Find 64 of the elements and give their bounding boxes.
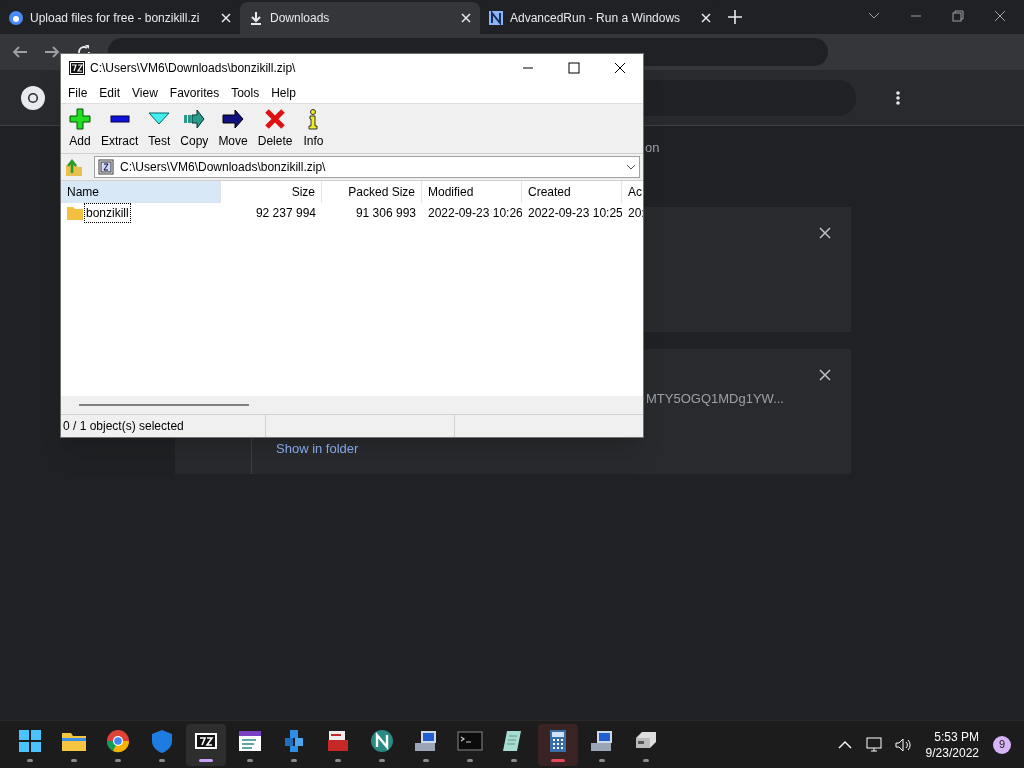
path-field[interactable]: C:\Users\VM6\Downloads\bonzikill.zip\ [94,156,640,178]
toolbar-button[interactable]: Copy [175,107,214,150]
toolbar-button[interactable]: Extract [96,107,144,150]
table-cell-text: 20: [628,205,643,222]
back-icon[interactable] [12,44,28,60]
cross-icon [264,107,287,130]
new-tab-icon[interactable] [728,10,742,24]
toolbar-button[interactable]: Info [297,107,330,150]
menu-icon[interactable] [896,89,900,106]
table-cell-text: 92 237 994 [255,205,316,222]
tab-title: Downloads [270,10,331,27]
status-text: 0 / 1 object(s) selected [61,415,267,437]
tab-title: Upload files for free - bonzikill.zi [30,10,201,27]
chevron-up-icon[interactable] [837,740,852,749]
forward-icon[interactable] [44,44,60,60]
path-text: C:\Users\VM6\Downloads\bonzikill.zip\ [120,159,327,176]
show-in-folder-link[interactable]: Show in folder [276,438,359,458]
menu-item[interactable]: View [127,83,163,102]
toolbar-button[interactable]: Move [213,107,253,150]
plus-icon [69,107,91,130]
file-url: MTY5OGQ1MDg1YW... [645,390,785,408]
clock-time[interactable]: 5:53 PM [934,728,979,745]
letter-n-icon [369,727,395,754]
windows-logo-icon [17,727,43,754]
dropdown-caret-icon [626,164,636,170]
network-icon[interactable] [865,736,884,753]
folder-icon [67,206,83,220]
toolbar-button[interactable]: Test [143,107,176,150]
download-icon [248,10,264,26]
menu-item[interactable]: Favorites [164,83,225,102]
shield-icon [149,727,175,754]
menu-item[interactable]: Edit [94,83,126,102]
menu-item[interactable]: Help [266,83,301,102]
archive-app-icon [69,61,85,75]
toolbar-button[interactable]: Add [64,107,96,150]
file-name[interactable]: bonzikill [85,204,130,222]
taskbar-button[interactable] [538,723,578,766]
browser-tab[interactable]: Downloads [240,2,480,34]
restore-icon[interactable] [952,10,964,22]
taskbar-button[interactable] [186,723,226,766]
letter-n-icon [488,10,504,26]
up-folder-icon[interactable] [64,157,84,177]
close-icon[interactable] [994,10,1006,22]
column-header[interactable]: Name [61,181,221,203]
table-cell-text: 2022-09-23 10:25 [528,205,622,222]
chevron-down-icon[interactable] [868,12,880,20]
notification-badge[interactable]: 9 [993,735,1011,754]
tab-title: AdvancedRun - Run a Windows [510,10,682,27]
toolbar-button[interactable]: Delete [252,107,298,150]
window-title: C:\Users\VM6\Downloads\bonzikill.zip\ [90,60,296,77]
arrow-icon [183,107,206,130]
browser-icon [105,727,131,754]
clock-date[interactable]: 9/23/2022 [925,744,979,761]
archive-icon [98,159,114,175]
arrow-icon [222,107,245,130]
scrollbar-thumb[interactable] [79,404,249,406]
volume-icon[interactable] [893,736,912,753]
close-icon[interactable] [614,62,626,74]
page-text: on [645,139,660,158]
table-cell-text: 91 306 993 [355,205,416,222]
table-cell-text: 2022-09-23 10:26 [428,205,522,222]
menu-item[interactable]: File [63,83,93,102]
maximize-icon[interactable] [568,62,580,74]
menu-item[interactable]: Tools [226,83,265,102]
